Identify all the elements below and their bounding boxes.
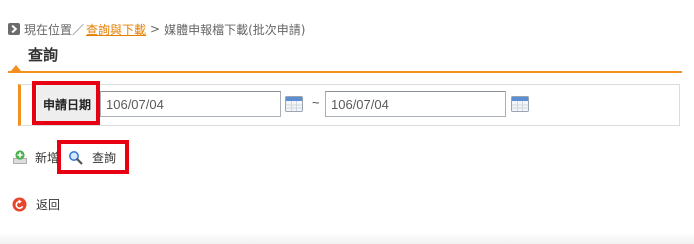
breadcrumb-current-page: 媒體申報檔下載(批次申請) bbox=[164, 22, 306, 37]
magnifier-icon bbox=[68, 150, 83, 165]
section-title: 查詢 bbox=[28, 46, 59, 64]
date-range-label: 申請日期 bbox=[37, 85, 97, 123]
title-divider bbox=[8, 71, 682, 73]
search-button-label: 查詢 bbox=[92, 150, 117, 165]
breadcrumb: 現在位置／ 查詢與下載 > 媒體申報檔下載(批次申請) bbox=[8, 21, 305, 37]
breadcrumb-location-label: 現在位置／ bbox=[24, 22, 85, 37]
date-to-input[interactable] bbox=[325, 91, 506, 117]
search-button[interactable]: 查詢 bbox=[68, 148, 116, 166]
breadcrumb-separator: > bbox=[150, 22, 161, 36]
add-button[interactable]: 新增 bbox=[12, 148, 59, 166]
add-button-label: 新增 bbox=[35, 150, 60, 165]
add-icon bbox=[12, 149, 28, 165]
calendar-icon[interactable] bbox=[285, 95, 303, 112]
footer-shade bbox=[0, 232, 694, 244]
back-arrow-icon bbox=[12, 197, 27, 212]
back-button-label: 返回 bbox=[36, 197, 61, 212]
back-button[interactable]: 返回 bbox=[12, 195, 60, 213]
date-from-input[interactable] bbox=[100, 91, 281, 117]
arrow-right-icon bbox=[8, 23, 20, 35]
calendar-icon[interactable] bbox=[511, 95, 529, 112]
breadcrumb-link-query-download[interactable]: 查詢與下載 bbox=[86, 21, 146, 38]
date-range-separator: ~ bbox=[312, 95, 320, 110]
